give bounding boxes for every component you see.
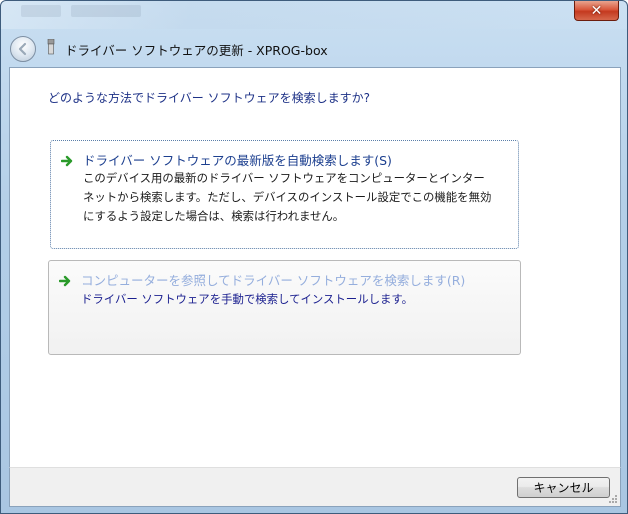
green-arrow-icon <box>61 155 73 167</box>
titlebar <box>1 1 627 29</box>
dialog-footer: キャンセル <box>9 467 621 507</box>
description-line: ネットから検索します。ただし、デバイスのインストール設定でこの機能を無効 <box>83 190 492 204</box>
close-icon: ✕ <box>590 2 603 19</box>
window-title: ドライバー ソフトウェアの更新 - XPROG-box <box>65 43 328 58</box>
dialog-content: どのような方法でドライバー ソフトウェアを検索しますか? ドライバー ソフトウェ… <box>9 67 621 469</box>
auto-search-option[interactable]: ドライバー ソフトウェアの最新版を自動検索します(S) このデバイス用の最新のド… <box>50 140 519 249</box>
green-arrow-icon <box>59 275 71 287</box>
description-line: ドライバー ソフトウェアを手動で検索してインストールします。 <box>81 292 414 306</box>
browse-description: ドライバー ソフトウェアを手動で検索してインストールします。 <box>81 290 413 309</box>
auto-search-title: ドライバー ソフトウェアの最新版を自動検索します(S) <box>83 153 392 168</box>
auto-search-description: このデバイス用の最新のドライバー ソフトウェアをコンピューターとインター ネット… <box>83 169 491 226</box>
back-button[interactable] <box>10 36 36 62</box>
back-arrow-icon <box>18 42 27 56</box>
driver-update-window: ✕ ドライバー ソフトウェアの更新 - XPROG-box どのような方法でドラ… <box>0 0 628 514</box>
background-blur <box>21 5 61 17</box>
usb-device-icon <box>47 39 55 55</box>
navigation-bar: ドライバー ソフトウェアの更新 - XPROG-box <box>1 31 627 65</box>
browse-title: コンピューターを参照してドライバー ソフトウェアを検索します(R) <box>81 273 466 288</box>
question-text: どのような方法でドライバー ソフトウェアを検索しますか? <box>48 91 370 105</box>
background-blur <box>71 5 141 17</box>
cancel-button[interactable]: キャンセル <box>517 477 610 498</box>
description-line: にするよう設定した場合は、検索は行われません。 <box>83 209 345 223</box>
description-line: このデバイス用の最新のドライバー ソフトウェアをコンピューターとインター <box>83 171 485 185</box>
resize-grip-icon[interactable] <box>608 494 618 504</box>
close-button[interactable]: ✕ <box>574 1 619 21</box>
browse-option[interactable]: コンピューターを参照してドライバー ソフトウェアを検索します(R) ドライバー … <box>48 260 521 355</box>
